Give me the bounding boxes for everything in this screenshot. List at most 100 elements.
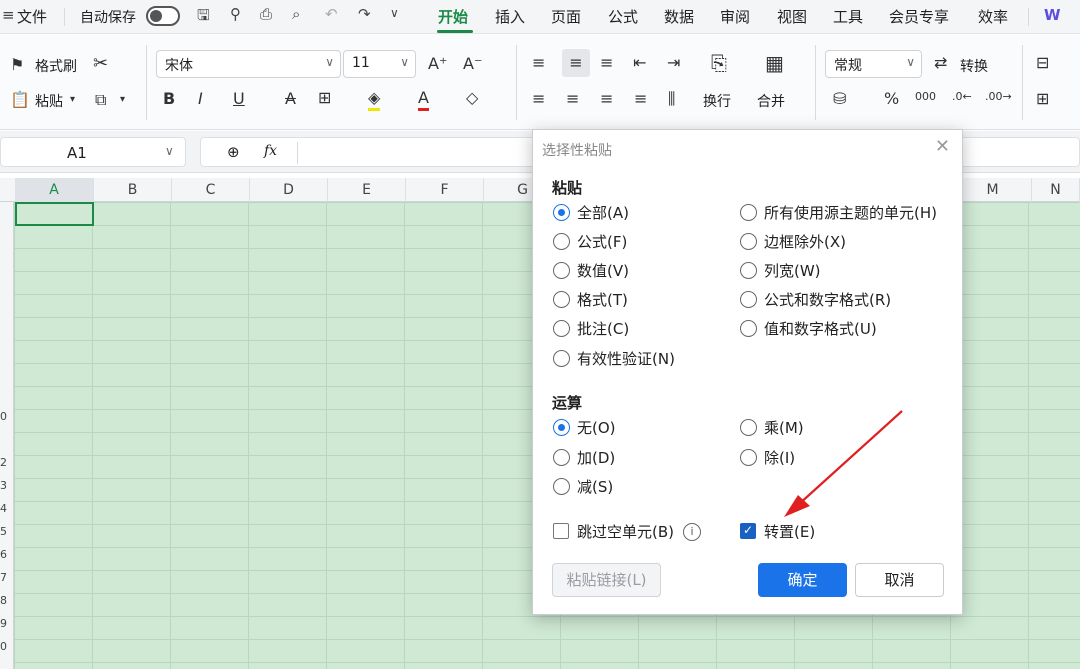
radio-paste-column-widths[interactable]: 列宽(W) [740, 260, 950, 282]
convert-icon[interactable]: ⇄ [934, 53, 947, 73]
copy-icon[interactable]: ⧉ [95, 90, 106, 110]
tab-review[interactable]: 审阅 [720, 6, 750, 27]
row-number[interactable]: 5 [0, 525, 12, 538]
radio-button[interactable] [553, 350, 570, 367]
radio-paste-formats[interactable]: 格式(T) [553, 289, 713, 311]
row-number[interactable]: 0 [0, 640, 12, 653]
radio-button[interactable] [553, 204, 570, 221]
underline-icon[interactable]: U [233, 89, 245, 109]
wrap-text-icon[interactable]: ⎘ [711, 53, 727, 73]
radio-paste-source-theme[interactable]: 所有使用源主题的单元(H) [740, 202, 950, 224]
save-icon[interactable]: 🖫 [197, 5, 210, 30]
radio-op-add[interactable]: 加(D) [553, 447, 713, 469]
clear-format-icon[interactable]: ◇ [466, 88, 478, 108]
radio-op-none[interactable]: 无(O) [553, 417, 713, 439]
column-header-n[interactable]: N [1032, 178, 1080, 202]
align-right-icon[interactable]: ≡ [600, 89, 613, 109]
radio-button[interactable] [553, 291, 570, 308]
radio-button[interactable] [740, 419, 757, 436]
ok-button[interactable]: 确定 [758, 563, 847, 597]
ai-icon[interactable]: W [1044, 6, 1061, 24]
font-color-icon[interactable]: A [418, 88, 429, 111]
tab-formula[interactable]: 公式 [608, 6, 638, 27]
currency-icon[interactable]: ⛁ [833, 89, 846, 109]
increase-font-icon[interactable]: A⁺ [428, 54, 447, 74]
tab-home[interactable]: 开始 [438, 6, 468, 27]
radio-button[interactable] [553, 419, 570, 436]
radio-button[interactable] [740, 449, 757, 466]
radio-button[interactable] [553, 262, 570, 279]
format-painter-icon[interactable]: ⚑ [10, 55, 24, 75]
merge-button[interactable]: 合并 [757, 91, 785, 111]
fx-icon[interactable]: fx [264, 143, 277, 159]
tab-data[interactable]: 数据 [664, 6, 694, 27]
align-top-icon[interactable]: ≡ [532, 53, 545, 73]
radio-paste-formula[interactable]: 公式(F) [553, 231, 713, 253]
convert-button[interactable]: 转换 [960, 56, 988, 76]
paste-dropdown-icon[interactable]: ▾ [70, 90, 75, 110]
strikethrough-icon[interactable]: A [285, 89, 296, 109]
align-bottom-icon[interactable]: ≡ [600, 53, 613, 73]
format-painter-button[interactable]: 格式刷 [35, 56, 77, 76]
tab-insert[interactable]: 插入 [495, 6, 525, 27]
radio-button[interactable] [553, 449, 570, 466]
row-number[interactable]: 8 [0, 594, 12, 607]
table-style-icon[interactable]: ⊞ [1036, 89, 1049, 109]
copy-dropdown-icon[interactable]: ▾ [120, 90, 125, 110]
thousands-separator-icon[interactable]: 000 [915, 87, 936, 107]
bold-icon[interactable]: B [163, 89, 175, 109]
align-center-icon[interactable]: ≡ [566, 89, 579, 109]
autosave-toggle[interactable] [146, 6, 180, 26]
radio-paste-all[interactable]: 全部(A) [553, 202, 713, 224]
conditional-format-icon[interactable]: ⊟ [1036, 53, 1049, 73]
decrease-font-icon[interactable]: A⁻ [463, 54, 482, 74]
cancel-button[interactable]: 取消 [855, 563, 944, 597]
border-icon[interactable]: ⊞ [318, 88, 331, 108]
radio-button[interactable] [553, 320, 570, 337]
radio-paste-value-number-format[interactable]: 值和数字格式(U) [740, 318, 950, 340]
radio-paste-formula-number-format[interactable]: 公式和数字格式(R) [740, 289, 950, 311]
column-header-b[interactable]: B [94, 178, 172, 202]
print-icon[interactable]: ⎙ [260, 5, 272, 23]
tab-tools[interactable]: 工具 [833, 6, 863, 27]
undo-icon[interactable]: ↶ [325, 5, 338, 23]
print-preview-icon[interactable]: ⌕ [292, 5, 300, 23]
decimal-decrease-icon[interactable]: .00→ [985, 87, 1012, 107]
column-header-f[interactable]: F [406, 178, 484, 202]
row-number[interactable]: 6 [0, 548, 12, 561]
radio-op-subtract[interactable]: 减(S) [553, 476, 713, 498]
tab-efficiency[interactable]: 效率 [978, 6, 1008, 27]
row-number[interactable]: 4 [0, 502, 12, 515]
paste-button[interactable]: 粘贴 [35, 91, 63, 111]
close-icon[interactable]: ✕ [935, 136, 950, 157]
radio-button[interactable] [740, 320, 757, 337]
row-number[interactable]: 0 [0, 410, 12, 423]
justify-icon[interactable]: ≡ [634, 89, 647, 109]
decimal-increase-icon[interactable]: .0← [952, 87, 972, 107]
radio-paste-comments[interactable]: 批注(C) [553, 318, 713, 340]
column-header-m[interactable]: M [954, 178, 1032, 202]
column-header-a[interactable]: A [15, 178, 94, 202]
font-size-select[interactable]: 11 ∨ [343, 50, 416, 78]
tab-view[interactable]: 视图 [777, 6, 807, 27]
column-header-c[interactable]: C [172, 178, 250, 202]
info-icon[interactable]: i [683, 523, 701, 541]
radio-paste-no-borders[interactable]: 边框除外(X) [740, 231, 950, 253]
row-number[interactable]: 2 [0, 456, 12, 469]
tab-page[interactable]: 页面 [551, 6, 581, 27]
number-format-select[interactable]: 常规 ∨ [825, 50, 922, 78]
fill-color-icon[interactable]: ◈ [368, 88, 381, 111]
checkbox[interactable] [553, 523, 569, 539]
indent-increase-icon[interactable]: ⇥ [667, 53, 680, 73]
column-header-d[interactable]: D [250, 178, 328, 202]
radio-button[interactable] [740, 262, 757, 279]
menu-icon[interactable]: ≡ [2, 6, 15, 24]
paste-link-button[interactable]: 粘贴链接(L) [552, 563, 661, 597]
export-pdf-icon[interactable]: ⚲ [230, 5, 241, 23]
row-number[interactable]: 9 [0, 617, 12, 630]
radio-paste-validation[interactable]: 有效性验证(N) [553, 348, 713, 370]
more-chevron-icon[interactable]: ∨ [390, 6, 399, 20]
radio-button[interactable] [553, 233, 570, 250]
skip-blanks-checkbox[interactable]: 跳过空单元(B) [553, 521, 683, 543]
paste-icon[interactable]: 📋 [10, 90, 30, 110]
